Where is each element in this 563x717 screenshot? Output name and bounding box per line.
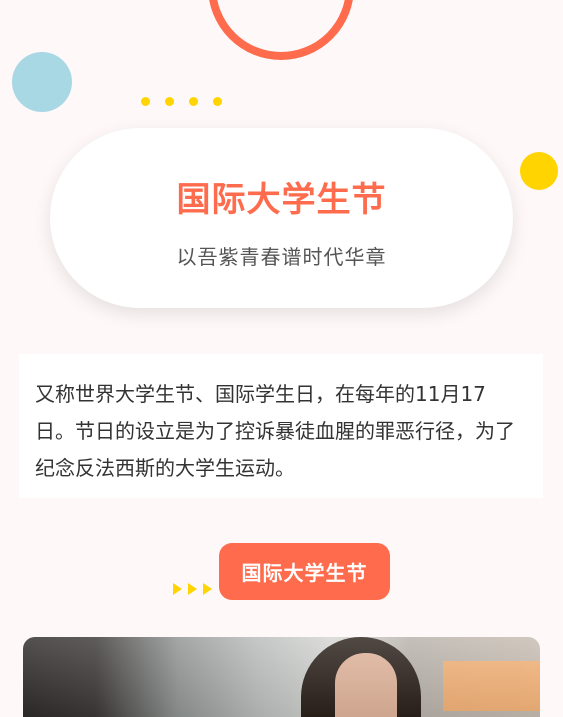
hero-subtitle: 以吾紫青春谱时代华章 bbox=[176, 245, 387, 269]
decorative-dot bbox=[189, 97, 198, 106]
arrow-icon bbox=[173, 583, 182, 595]
decorative-blue-circle bbox=[12, 52, 72, 112]
decorative-dot bbox=[141, 97, 150, 106]
description-card: 又称世界大学生节、国际学生日，在每年的11月17日。节日的设立是为了控诉暴徒血腥… bbox=[19, 354, 543, 498]
decorative-dot bbox=[213, 97, 222, 106]
section-tag: 国际大学生节 bbox=[219, 543, 390, 600]
student-photo bbox=[23, 637, 540, 717]
decorative-yellow-circle bbox=[520, 152, 558, 190]
description-text: 又称世界大学生节、国际学生日，在每年的11月17日。节日的设立是为了控诉暴徒血腥… bbox=[35, 382, 515, 480]
hero-title: 国际大学生节 bbox=[176, 180, 387, 220]
decorative-arrows bbox=[173, 583, 213, 597]
arrow-icon bbox=[188, 583, 197, 595]
hero-card: 国际大学生节 以吾紫青春谱时代华章 bbox=[50, 128, 513, 308]
arrow-icon bbox=[203, 583, 212, 595]
decorative-dots bbox=[141, 97, 231, 107]
decorative-ring bbox=[208, 0, 354, 60]
photo-shadow bbox=[23, 637, 540, 717]
decorative-dot bbox=[165, 97, 174, 106]
